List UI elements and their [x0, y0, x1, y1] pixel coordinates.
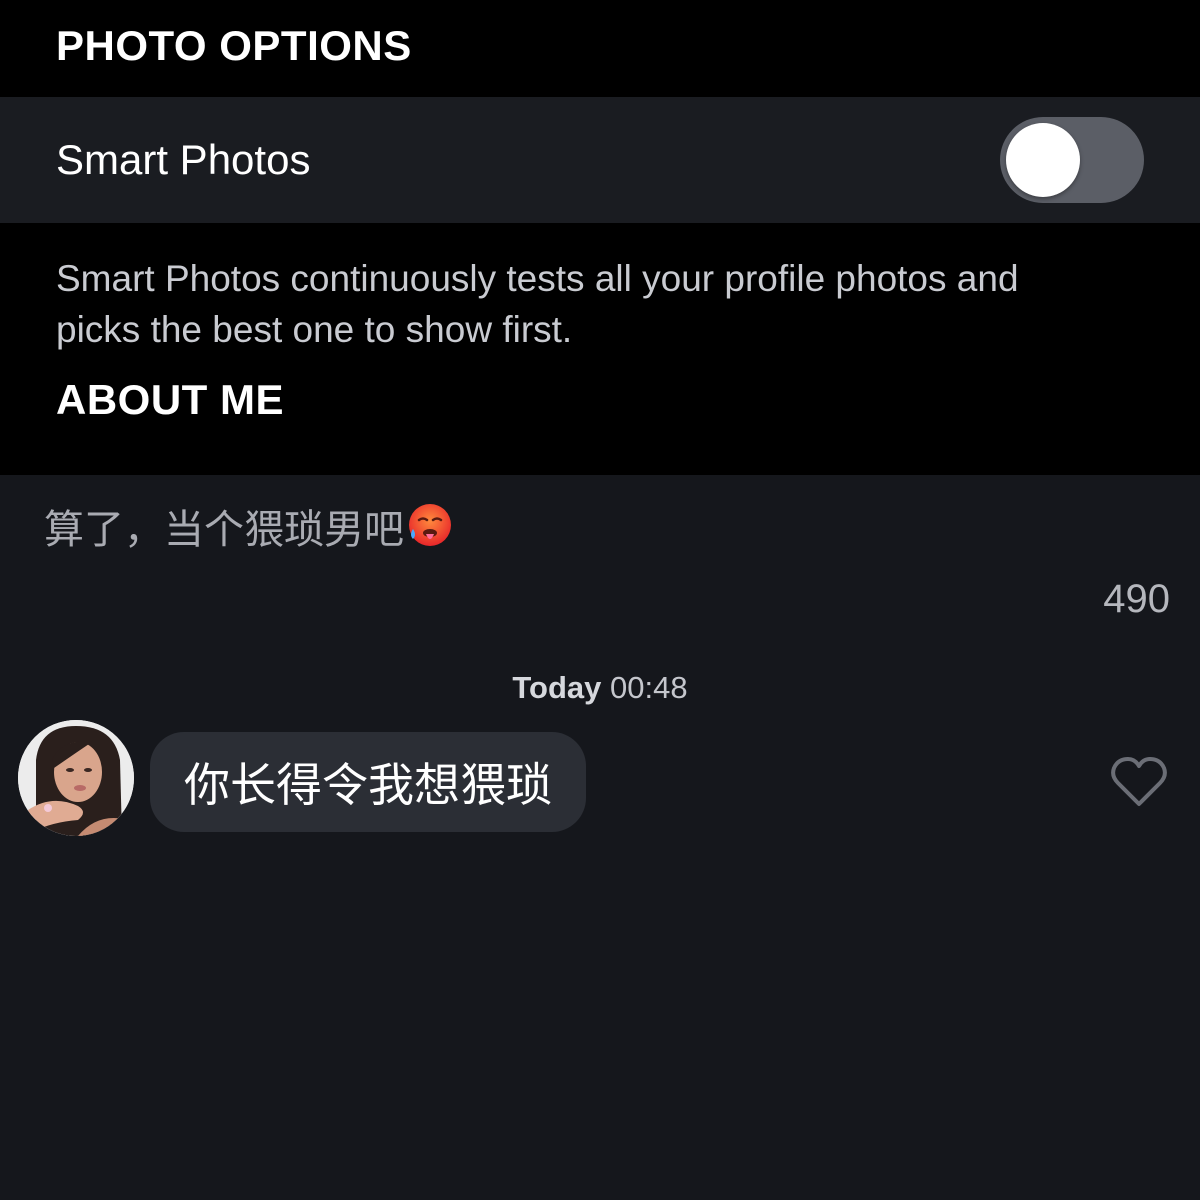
smart-photos-toggle[interactable] — [1000, 117, 1144, 203]
smart-photos-description: Smart Photos continuously tests all your… — [0, 223, 1200, 350]
bio-text-line[interactable]: 算了，当个猥琐男吧 — [44, 497, 454, 559]
photo-options-header: PHOTO OPTIONS — [0, 0, 1200, 97]
char-count: 490 — [1103, 577, 1170, 621]
toggle-knob[interactable] — [1006, 123, 1080, 197]
timestamp-time: 00:48 — [610, 670, 688, 705]
timestamp-day: Today — [512, 670, 602, 705]
about-me-header: ABOUT ME — [0, 344, 1200, 475]
bio-text: 算了，当个猥琐男吧 — [44, 507, 404, 553]
bio-field[interactable]: 算了，当个猥琐男吧 490 — [0, 475, 1200, 625]
message-bubble[interactable]: 你长得令我想猥琐 — [150, 732, 586, 832]
message-timestamp: Today 00:48 — [0, 670, 1200, 706]
heart-icon[interactable] — [1110, 756, 1168, 808]
hot-face-icon — [406, 501, 454, 559]
avatar[interactable] — [18, 720, 134, 836]
smart-photos-label: Smart Photos — [56, 136, 311, 183]
smart-photos-row[interactable]: Smart Photos — [0, 97, 1200, 223]
